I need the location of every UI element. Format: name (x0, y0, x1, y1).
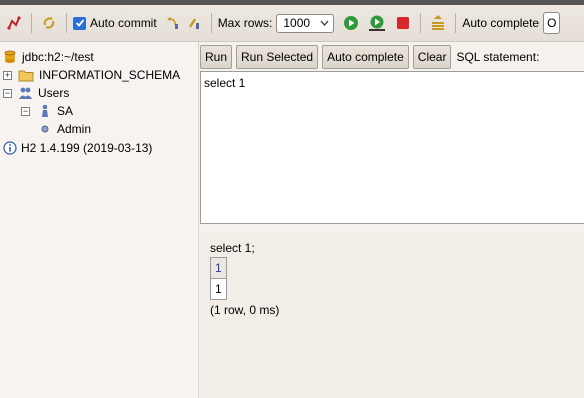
collapse-icon[interactable]: − (3, 89, 12, 98)
toolbar-separator (420, 13, 422, 33)
version-label: H2 1.4.199 (2019-03-13) (21, 141, 153, 155)
result-panel: select 1; 1 1 (1 row, 0 ms) (200, 232, 584, 398)
folder-icon (18, 70, 34, 81)
sql-editor-text: select 1 (204, 76, 246, 90)
schema-label: INFORMATION_SCHEMA (39, 68, 181, 82)
stop-icon[interactable] (394, 14, 412, 32)
result-summary: (1 row, 0 ms) (210, 303, 280, 317)
user-icon (42, 104, 48, 117)
collapse-icon[interactable]: − (21, 107, 30, 116)
schema-tree: jdbc:h2:~/test + INFORMATION_SCHEMA − Us… (0, 42, 199, 398)
toolbar-separator (31, 13, 32, 33)
run-selected-icon[interactable] (368, 14, 386, 32)
query-panel: Run Run Selected Auto complete Clear SQL… (200, 42, 584, 398)
user-sa-label: SA (57, 104, 74, 118)
toolbar-separator (66, 13, 67, 33)
run-button[interactable]: Run (200, 45, 233, 69)
auto-commit-checkbox[interactable] (73, 16, 86, 30)
table-header-row: 1 (210, 257, 227, 279)
rollback-icon[interactable] (163, 14, 181, 32)
commit-icon[interactable] (185, 14, 203, 32)
tree-user-sa[interactable]: SA (40, 102, 73, 120)
result-table: 1 1 (210, 257, 227, 300)
connection-label: jdbc:h2:~/test (22, 50, 94, 64)
execute-icon[interactable] (342, 14, 360, 32)
max-rows-select[interactable]: 1000 (276, 13, 335, 33)
users-icon (19, 87, 32, 99)
chevron-down-icon (320, 20, 329, 26)
users-label: Users (38, 86, 70, 100)
expand-icon[interactable]: + (3, 71, 12, 80)
tree-users[interactable]: Users (18, 84, 69, 102)
max-rows-value: 1000 (283, 16, 311, 30)
result-statement: select 1; (210, 241, 255, 255)
history-icon[interactable] (429, 14, 447, 32)
disconnect-icon[interactable] (5, 14, 23, 32)
toolbar: Auto commit Max rows: 1000 Auto complete… (0, 5, 584, 42)
auto-complete-button[interactable]: Auto complete (322, 45, 409, 69)
auto-commit-label: Auto commit (90, 16, 157, 30)
column-header[interactable]: 1 (210, 257, 227, 279)
max-rows-label: Max rows: (217, 16, 273, 30)
info-icon (3, 141, 17, 155)
tree-connection[interactable]: jdbc:h2:~/test (4, 48, 94, 66)
toolbar-separator (210, 13, 212, 33)
refresh-icon[interactable] (40, 14, 58, 32)
sql-statement-label: SQL statement: (456, 50, 540, 64)
table-cell: 1 (210, 278, 227, 300)
tree-schema[interactable]: INFORMATION_SCHEMA (18, 66, 180, 84)
auto-complete-label: Auto complete (462, 16, 540, 30)
query-button-bar: Run Run Selected Auto complete Clear SQL… (200, 44, 539, 70)
role-icon (41, 125, 49, 133)
database-icon (4, 50, 16, 63)
role-admin-label: Admin (57, 122, 92, 136)
run-selected-button[interactable]: Run Selected (236, 45, 319, 69)
tree-role-admin[interactable]: Admin (41, 120, 91, 138)
clear-button[interactable]: Clear (412, 45, 452, 69)
toolbar-separator (455, 13, 457, 33)
tree-version: H2 1.4.199 (2019-03-13) (3, 139, 152, 157)
table-row: 1 (210, 278, 227, 300)
sql-editor[interactable]: select 1 (200, 71, 584, 224)
auto-complete-select[interactable]: O (543, 12, 561, 34)
